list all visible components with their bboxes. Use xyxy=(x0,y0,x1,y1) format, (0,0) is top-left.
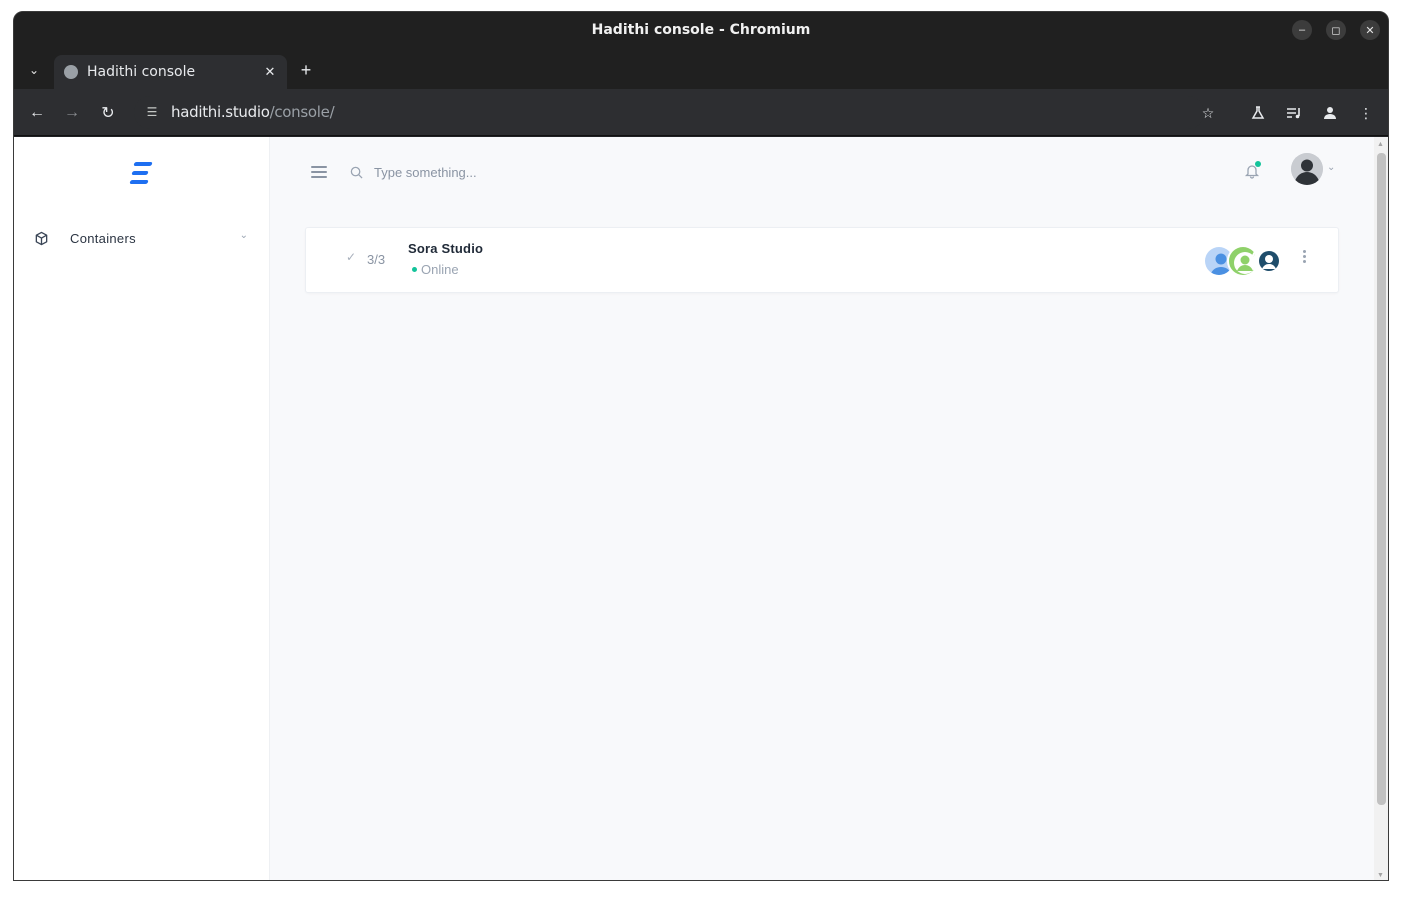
hadithi-logo xyxy=(129,161,154,187)
url-host: hadithi.studio xyxy=(171,103,270,121)
container-menu-button[interactable] xyxy=(1302,250,1308,266)
bookmark-star-button[interactable]: ☆ xyxy=(1197,102,1219,124)
notifications-button[interactable] xyxy=(1242,161,1262,181)
check-icon: ✓ xyxy=(346,250,357,264)
title-bar: Hadithi console - Chromium – ◻ ✕ xyxy=(14,12,1388,49)
sidebar-item-containers[interactable]: Containers ⌄ xyxy=(32,225,252,251)
search-icon xyxy=(348,164,364,180)
plus-icon: + xyxy=(300,59,312,80)
container-name[interactable]: Sora Studio xyxy=(408,241,483,256)
playlist-icon xyxy=(1287,108,1300,119)
member-avatars xyxy=(1203,245,1283,279)
cube-icon xyxy=(32,229,50,247)
chevron-down-icon[interactable]: ⌄ xyxy=(1327,162,1335,173)
status-text: Online xyxy=(421,262,459,277)
close-window-button[interactable]: ✕ xyxy=(1360,20,1380,40)
page-scrollbar[interactable]: ▲ ▼ xyxy=(1374,137,1388,880)
close-icon: ✕ xyxy=(264,64,276,79)
tab-close-button[interactable]: ✕ xyxy=(261,63,279,81)
tab-title: Hadithi console xyxy=(87,64,196,80)
scroll-up-icon[interactable]: ▲ xyxy=(1377,141,1384,148)
url-text: hadithi.studio/console/ xyxy=(171,103,335,121)
status-badge: Online xyxy=(412,262,459,277)
address-bar[interactable]: ☰ hadithi.studio/console/ xyxy=(134,96,1204,129)
kebab-icon: ⋮ xyxy=(1359,104,1373,121)
chevron-down-icon: ⌄ xyxy=(28,63,40,77)
url-path: /console/ xyxy=(269,103,335,121)
user-avatar[interactable] xyxy=(1291,153,1323,185)
chevron-down-icon: ⌄ xyxy=(239,230,248,241)
arrow-right-icon: → xyxy=(64,104,80,121)
minimize-icon: – xyxy=(1298,24,1306,36)
back-button[interactable]: ← xyxy=(26,102,48,124)
search-input[interactable] xyxy=(374,164,634,180)
reload-button[interactable]: ↻ xyxy=(97,102,119,124)
sidebar-item-label: Containers xyxy=(70,230,136,246)
minimize-button[interactable]: – xyxy=(1292,20,1312,40)
window-title: Hadithi console - Chromium xyxy=(591,22,811,38)
tab-strip: ⌄ Hadithi console ✕ + xyxy=(14,49,1388,89)
notification-dot xyxy=(1255,161,1261,167)
person-icon xyxy=(1324,107,1336,119)
star-icon: ☆ xyxy=(1201,104,1215,121)
browser-toolbar: ← → ↻ ☰ hadithi.studio/console/ ☆ ⋮ xyxy=(14,89,1388,136)
menu-toggle-button[interactable] xyxy=(311,164,329,180)
globe-icon xyxy=(64,65,78,79)
profile-button[interactable] xyxy=(1319,102,1341,124)
maximize-button[interactable]: ◻ xyxy=(1326,20,1346,40)
arrow-left-icon: ← xyxy=(29,104,45,121)
online-dot xyxy=(412,267,417,272)
search-bar xyxy=(348,161,648,183)
container-count: 3/3 xyxy=(367,252,386,267)
maximize-icon: ◻ xyxy=(1331,24,1341,37)
reload-icon: ↻ xyxy=(101,105,115,122)
sidebar: Containers ⌄ xyxy=(14,137,270,880)
media-controls-button[interactable] xyxy=(1283,102,1305,124)
scrollbar-thumb[interactable] xyxy=(1377,153,1386,805)
close-icon: ✕ xyxy=(1365,24,1375,37)
tab-search-button[interactable]: ⌄ xyxy=(24,60,44,80)
scroll-down-icon[interactable]: ▼ xyxy=(1377,872,1384,879)
tab-hadithi-console[interactable]: Hadithi console ✕ xyxy=(54,55,287,89)
forward-button[interactable]: → xyxy=(61,102,83,124)
page-content: Containers ⌄ ⌄ ✓ 3/3 Sora Studio Online xyxy=(14,137,1388,880)
browser-menu-button[interactable]: ⋮ xyxy=(1355,102,1377,124)
flask-icon xyxy=(1251,106,1265,119)
new-tab-button[interactable]: + xyxy=(296,60,316,80)
site-settings-icon[interactable]: ☰ xyxy=(144,104,160,120)
avatar[interactable] xyxy=(1251,245,1283,277)
browser-window: Hadithi console - Chromium – ◻ ✕ ⌄ Hadit… xyxy=(13,11,1389,881)
labs-button[interactable] xyxy=(1247,102,1269,124)
container-card[interactable]: ✓ 3/3 Sora Studio Online xyxy=(305,227,1339,293)
